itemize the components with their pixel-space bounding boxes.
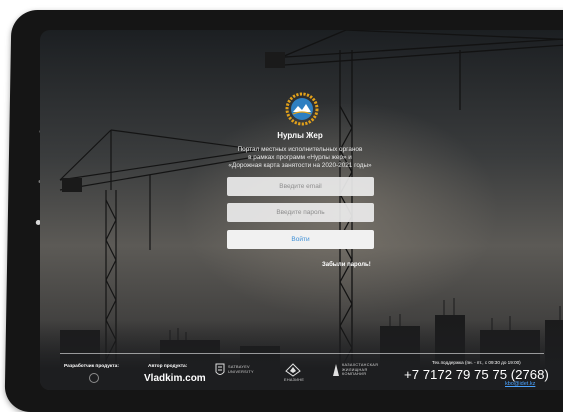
login-button[interactable]: Войти (227, 230, 374, 249)
satbayev-shield-icon (215, 363, 225, 375)
forgot-password-link[interactable]: Забыли пароль! (322, 262, 371, 268)
nurly-zher-logo-icon (285, 92, 319, 126)
eco-name: ЕНАЗИНЕ (284, 378, 305, 382)
satbayev-name: SATBAYEV UNIVERSITY (228, 365, 254, 374)
developer-logo-icon[interactable] (89, 373, 99, 383)
description-line: Портал местных исполнительных органов (237, 146, 363, 153)
footer: Разработчик продукта: Автор продукта: Vl… (60, 353, 550, 389)
housing-name: КАЗАХСТАНСКАЯ ЖИЛИЩНАЯ КОМПАНИЯ (342, 363, 379, 376)
housing-emblem-icon (333, 364, 339, 376)
description-line: в рамках программ «Нурлы жер» и (248, 154, 352, 161)
email-field[interactable] (227, 177, 374, 196)
author-link[interactable]: Vladkim.com (144, 373, 206, 384)
portal-description: Портал местных исполнительных органов в … (195, 146, 405, 170)
description-line: «Дорожная карта занятости на 2020-2021 г… (228, 162, 372, 169)
developer-label: Разработчик продукта: (64, 364, 119, 369)
support-hours: Тех.поддержка (пн. - пт., с 09:30 до 19:… (432, 360, 521, 365)
brand-title: Нурлы Жер (277, 131, 323, 140)
footer-divider (60, 353, 544, 354)
eco-emblem-icon (285, 363, 301, 377)
support-email-link[interactable]: kbo@idet.kz (505, 381, 535, 387)
author-label: Автор продукта: (148, 364, 188, 369)
support-phone[interactable]: +7 7172 79 75 75 (2768) (404, 367, 549, 382)
password-field[interactable] (227, 203, 374, 222)
